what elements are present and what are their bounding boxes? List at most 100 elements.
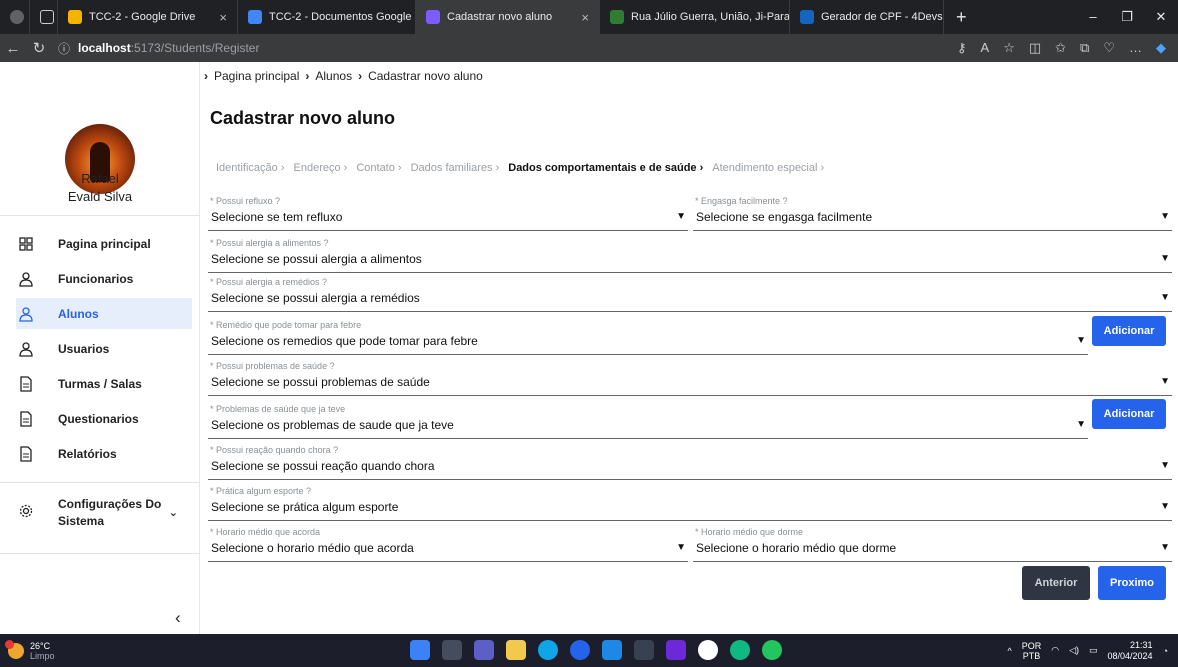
problemas-teve-select[interactable]: * Problemas de saúde que ja teve Selecio… (208, 403, 1088, 439)
edge-icon[interactable] (538, 640, 558, 660)
sidebar-item-usuarios[interactable]: Usuarios (18, 333, 194, 364)
step-dados-familiares[interactable]: Dados familiares › (411, 162, 500, 174)
windows-start-icon[interactable] (410, 640, 430, 660)
info-icon[interactable]: ⓘ (58, 40, 70, 57)
next-button[interactable]: Proximo (1098, 566, 1166, 600)
dorme-select[interactable]: * Horario médio que dorme Selecione o ho… (693, 526, 1172, 562)
system-tray: ^ POR PTB ◠ ◁) ▭ 21:31 08/04/2024 ◔ (1007, 640, 1178, 662)
alergia-alimentos-label: * Possui alergia a alimentos ? (210, 238, 329, 248)
favorites-icon[interactable]: ✩ (1055, 40, 1066, 56)
step-identificacao[interactable]: Identificação › (216, 162, 285, 174)
breadcrumb-chevron-icon: › (305, 69, 310, 83)
refluxo-select[interactable]: * Possui refluxo ? Selecione se tem refl… (208, 195, 688, 231)
sidebar-item-configuracoes[interactable]: Configurações Do Sistema ⌄ (18, 496, 194, 530)
reacao-chora-value: Selecione se possui reação quando chora (211, 459, 435, 473)
config-label-line1: Configurações Do (58, 497, 162, 511)
collapse-sidebar-icon[interactable]: ‹ (175, 608, 181, 628)
vscode-icon[interactable] (602, 640, 622, 660)
sidebar-item-relatorios[interactable]: Relatórios (18, 438, 194, 469)
more-icon[interactable]: … (1129, 40, 1142, 56)
sidebar-item-questionarios[interactable]: Questionarios (18, 403, 194, 434)
alergia-alimentos-select[interactable]: * Possui alergia a alimentos ? Selecione… (208, 237, 1172, 273)
alergia-alimentos-value: Selecione se possui alergia a alimentos (211, 252, 422, 266)
db-tool-icon[interactable] (730, 640, 750, 660)
wifi-icon[interactable]: ◠ (1051, 645, 1059, 656)
close-icon[interactable]: × (571, 10, 589, 25)
step-atendimento-especial[interactable]: Atendimento especial › (712, 162, 824, 174)
tab-google-drive[interactable]: TCC-2 - Google Drive × (58, 0, 238, 34)
extensions-icon[interactable]: ♡ (1103, 40, 1115, 56)
breadcrumb-cadastrar[interactable]: Cadastrar novo aluno (368, 69, 483, 83)
esporte-select[interactable]: * Prática algum esporte ? Selecione se p… (208, 485, 1172, 521)
config-label: Configurações Do Sistema (58, 496, 161, 530)
tab-actions-icon[interactable] (30, 0, 58, 34)
collections-icon[interactable]: ⧉ (1080, 40, 1089, 56)
url-field[interactable]: ⓘ localhost :5173/Students/Register (58, 40, 259, 57)
sidebar-item-alunos[interactable]: Alunos (16, 298, 192, 329)
key-icon[interactable]: ⚷ (957, 40, 967, 56)
tab-gerador-cpf[interactable]: Gerador de CPF - 4Devs × (790, 0, 944, 34)
problemas-saude-select[interactable]: * Possui problemas de saúde ? Selecione … (208, 360, 1172, 396)
read-aloud-icon[interactable]: A (981, 40, 990, 56)
alergia-remedios-select[interactable]: * Possui alergia a remédios ? Selecione … (208, 276, 1172, 312)
sidebar-item-funcionarios[interactable]: Funcionarios (18, 263, 194, 294)
alergia-remedios-value: Selecione se possui alergia a remédios (211, 291, 420, 305)
esporte-label: * Prática algum esporte ? (210, 486, 312, 496)
window-close-icon[interactable]: ✕ (1144, 9, 1178, 25)
breadcrumb-pagina-principal[interactable]: Pagina principal (214, 69, 299, 83)
document-icon (18, 410, 34, 427)
copilot-icon[interactable]: ◆ (1156, 40, 1166, 56)
adicionar-problema-button[interactable]: Adicionar (1092, 399, 1166, 429)
terminal-icon[interactable] (634, 640, 654, 660)
chevron-down-icon: ▼ (1160, 253, 1170, 264)
adicionar-remedio-button[interactable]: Adicionar (1092, 316, 1166, 346)
previous-button[interactable]: Anterior (1022, 566, 1090, 600)
split-screen-icon[interactable]: ◫ (1029, 40, 1041, 56)
close-icon[interactable]: × (209, 10, 227, 25)
chevron-down-icon: ▼ (1076, 419, 1086, 430)
chevron-down-icon: ▼ (676, 542, 686, 553)
reacao-chora-select[interactable]: * Possui reação quando chora ? Selecione… (208, 444, 1172, 480)
step-contato[interactable]: Contato › (356, 162, 401, 174)
notification-bell-icon[interactable]: ◔ (1163, 646, 1168, 656)
github-icon[interactable] (698, 640, 718, 660)
user-icon (18, 271, 34, 287)
reload-icon[interactable]: ↻ (26, 39, 52, 57)
file-explorer-icon[interactable] (506, 640, 526, 660)
back-icon[interactable]: ← (0, 40, 26, 57)
remedio-febre-select[interactable]: * Remédio que pode tomar para febre Sele… (208, 319, 1088, 355)
acorda-select[interactable]: * Horario médio que acorda Selecione o h… (208, 526, 688, 562)
step-dados-comportamentais[interactable]: Dados comportamentais e de saúde › (508, 162, 703, 174)
chevron-up-icon[interactable]: ^ (1007, 646, 1011, 656)
teams-icon[interactable] (474, 640, 494, 660)
chevron-down-icon: ▼ (1160, 460, 1170, 471)
breadcrumb-alunos[interactable]: Alunos (315, 69, 352, 83)
volume-icon[interactable]: ◁) (1069, 645, 1079, 656)
engasga-select[interactable]: * Engasga facilmente ? Selecione se enga… (693, 195, 1172, 231)
sidebar-item-pagina-principal[interactable]: Pagina principal (18, 228, 194, 259)
window-controls: – ❐ ✕ (1076, 9, 1178, 25)
favorite-star-icon[interactable]: ☆ (1003, 40, 1015, 56)
weather-widget[interactable]: 26°C Limpo (0, 639, 55, 661)
profile-icon[interactable] (0, 0, 30, 34)
visual-studio-icon[interactable] (666, 640, 686, 660)
clock[interactable]: 21:31 08/04/2024 (1108, 640, 1153, 662)
url-host: localhost (78, 41, 131, 55)
sidebar-item-label: Pagina principal (58, 236, 151, 251)
battery-icon[interactable]: ▭ (1089, 645, 1098, 656)
tab-google-docs[interactable]: TCC-2 - Documentos Google × (238, 0, 416, 34)
docker-icon[interactable] (570, 640, 590, 660)
step-endereco[interactable]: Endereço › (294, 162, 348, 174)
sidebar-item-label: Alunos (58, 306, 99, 321)
restore-icon[interactable]: ❐ (1110, 9, 1144, 25)
minimize-icon[interactable]: – (1076, 9, 1110, 25)
new-tab-icon[interactable]: + (944, 7, 979, 28)
language-indicator[interactable]: POR PTB (1022, 641, 1042, 661)
whatsapp-icon[interactable] (762, 640, 782, 660)
config-label-line2: Sistema (58, 514, 105, 528)
tab-cadastrar-aluno[interactable]: Cadastrar novo aluno × (416, 0, 600, 34)
sidebar-item-turmas[interactable]: Turmas / Salas (18, 368, 194, 399)
search-icon[interactable] (442, 640, 462, 660)
sidebar-item-label: Usuarios (58, 341, 110, 356)
tab-maps[interactable]: Rua Júlio Guerra, União, Ji-Paran... × (600, 0, 790, 34)
